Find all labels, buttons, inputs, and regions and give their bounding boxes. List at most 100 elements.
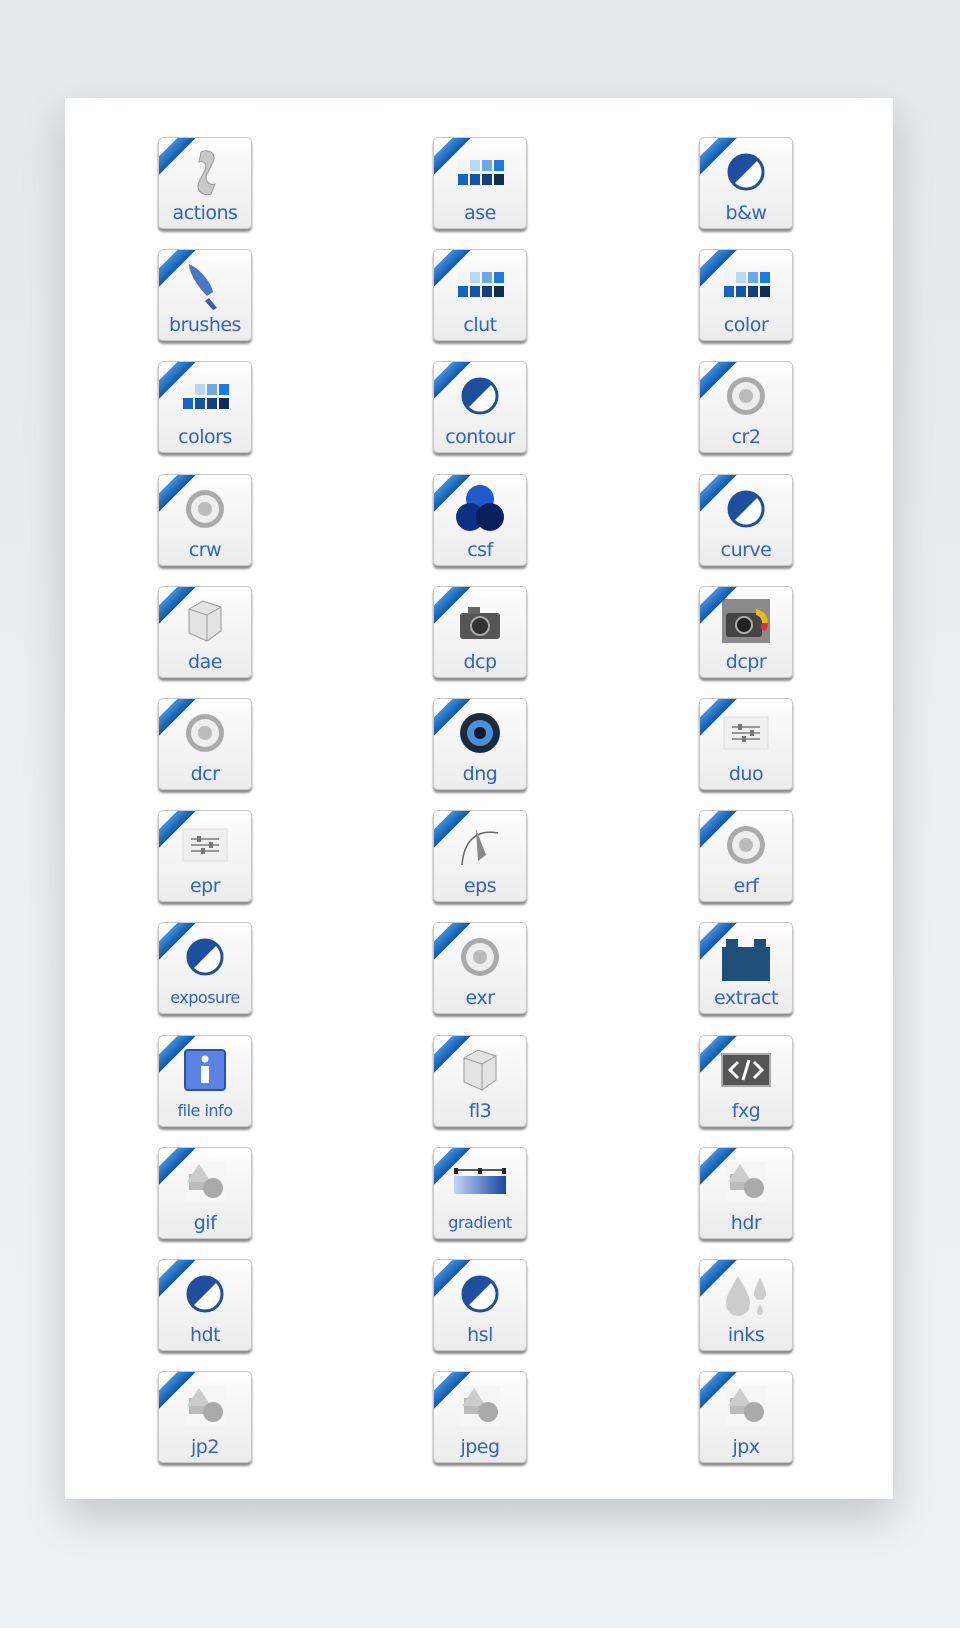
file-icon-color[interactable]: color [699,249,793,342]
file-icon-eps[interactable]: eps [433,810,527,903]
file-icon-jp2[interactable]: jp2 [158,1371,252,1464]
swatches-icon [458,272,504,298]
file-icon-hdr[interactable]: hdr [699,1146,793,1239]
shapes-icon [460,1386,500,1427]
file-type-label: epr [189,875,221,898]
file-type-label: color [723,314,769,337]
file-type-label: cr2 [731,426,761,449]
file-type-label: dcr [190,763,220,785]
cube-icon [463,1049,497,1091]
brush-icon [189,264,217,311]
swatches-icon [458,160,504,185]
cube-icon [188,600,222,642]
file-icon-colors[interactable]: colors [158,361,252,454]
half-circle-icon [461,1275,499,1313]
shapes-icon [726,1386,766,1427]
file-icon-dcr[interactable]: dcr [158,698,252,790]
file-icon-epr[interactable]: epr [158,810,252,903]
aperture-dark-icon [460,713,500,753]
file-type-label: fxg [731,1099,761,1122]
file-icon-clut[interactable]: clut [433,249,527,342]
file-icon-inks[interactable]: inks [699,1259,793,1351]
file-icon-contour[interactable]: contour [433,361,527,454]
drops-icon [726,1276,766,1316]
file-type-label: ase [464,202,496,224]
file-icon-exposure[interactable]: exposure [158,922,252,1015]
file-type-label: gradient [448,1212,512,1232]
swatches-icon [724,272,770,298]
file-type-label: inks [727,1324,765,1346]
file-icon-jpeg[interactable]: jpeg [433,1371,527,1464]
file-icon-duo[interactable]: duo [699,698,793,790]
file-icon-dcp[interactable]: dcp [433,585,527,678]
file-type-label: clut [463,314,497,337]
file-icon-erf[interactable]: erf [699,810,793,903]
file-type-label: duo [728,763,764,785]
file-type-label: file info [177,1100,233,1120]
file-type-label: actions [172,202,238,224]
aperture-icon [186,489,224,528]
file-type-label: exposure [170,988,240,1008]
aperture-icon [727,377,765,416]
file-icon-exr[interactable]: exr [433,922,527,1015]
file-type-label: csf [467,538,493,561]
file-icon-crw[interactable]: crw [158,473,252,566]
file-type-label: erf [733,875,759,898]
file-type-label: gif [193,1211,217,1234]
file-type-label: hdr [730,1211,762,1234]
file-type-label: jpx [732,1436,760,1459]
file-type-label: fl3 [468,1099,492,1122]
file-icon-jpx[interactable]: jpx [699,1371,793,1464]
file-icon-curve[interactable]: curve [699,473,793,566]
file-icon-gif[interactable]: gif [158,1146,252,1239]
file-type-label: eps [463,875,497,898]
file-icon-file-info[interactable]: file info [158,1034,252,1127]
file-icon-extract[interactable]: extract [699,922,793,1015]
file-type-label: brushes [169,314,241,337]
file-icon-hsl[interactable]: hsl [433,1259,527,1351]
aperture-icon [461,938,499,977]
circles-icon [456,484,504,531]
file-type-label: exr [465,987,495,1010]
file-icon-csf[interactable]: csf [433,473,527,566]
file-type-label: dng [462,763,498,785]
half-circle-icon [727,490,765,528]
shapes-icon [185,1161,225,1202]
file-icon-fl3[interactable]: fl3 [433,1034,527,1127]
file-type-label: colors [178,426,232,449]
file-type-label: extract [714,987,778,1010]
file-icon-brushes[interactable]: brushes [158,249,252,342]
brick-icon [722,939,770,982]
scroll-icon [197,150,216,196]
file-icon-fxg[interactable]: fxg [699,1034,793,1127]
aperture-icon [727,826,765,865]
file-icon-cr2[interactable]: cr2 [699,361,793,454]
file-type-label: hsl [467,1324,493,1346]
file-icon-dcpr[interactable]: dcpr [699,585,793,678]
swatches-icon [183,384,229,410]
file-icon-actions[interactable]: actions [158,137,252,229]
file-icon-hdt[interactable]: hdt [158,1259,252,1351]
shapes-icon [726,1161,766,1202]
file-icon-dng[interactable]: dng [433,698,527,790]
file-type-label: dcp [463,650,497,673]
file-icon-dae[interactable]: dae [158,585,252,678]
shapes-icon [185,1386,225,1427]
file-type-label: hdt [189,1324,221,1346]
code-icon [721,1052,771,1087]
file-icon-ase[interactable]: ase [433,137,527,229]
gradient-icon [454,1167,506,1194]
camera-icon [460,606,500,639]
file-icon-b-w[interactable]: b&w [699,137,793,229]
half-circle-icon [186,1275,224,1313]
file-type-label: curve [720,538,772,561]
page-footer-strip [0,1628,960,1644]
sliders-icon [182,828,228,862]
aperture-icon [186,714,224,752]
file-type-label: dae [188,650,222,673]
file-type-label: crw [188,538,222,561]
half-circle-icon [461,377,499,415]
file-icon-gradient[interactable]: gradient [433,1146,527,1239]
half-circle-icon [186,938,224,976]
file-type-label: contour [445,426,515,449]
